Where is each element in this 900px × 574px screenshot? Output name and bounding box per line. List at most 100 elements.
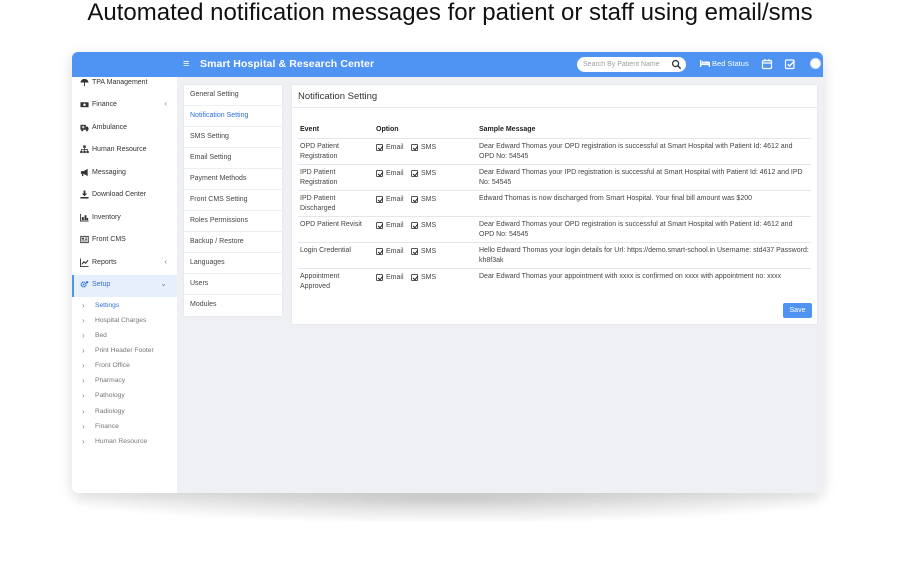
sample-message-cell: Dear Edward Thomas your OPD registration… bbox=[479, 143, 793, 160]
settings-menu-item[interactable]: Languages bbox=[184, 253, 282, 274]
sidebar-item-reports[interactable]: Reports ‹ bbox=[72, 253, 177, 273]
menu-toggle-icon[interactable]: ≡ bbox=[183, 57, 189, 71]
chevron-right-icon: › bbox=[82, 407, 85, 416]
menu-item-label: Languages bbox=[190, 259, 225, 266]
settings-menu-item[interactable]: Email Setting bbox=[184, 148, 282, 169]
sidebar-item-label: Ambulance bbox=[92, 124, 128, 131]
menu-item-label: Notification Setting bbox=[190, 112, 249, 119]
sms-checkbox[interactable] bbox=[411, 248, 418, 255]
settings-menu: General Setting Notification Setting SMS… bbox=[184, 85, 282, 316]
chart-icon bbox=[80, 258, 89, 267]
settings-menu-item[interactable]: Backup / Restore bbox=[184, 232, 282, 253]
chevron-right-icon: › bbox=[82, 437, 85, 446]
sidebar-item-label: Inventory bbox=[92, 214, 121, 221]
submenu-item-radiology[interactable]: › Radiology bbox=[82, 406, 177, 420]
submenu-item-pharmacy[interactable]: › Pharmacy bbox=[82, 375, 177, 389]
chevron-right-icon: › bbox=[82, 422, 85, 431]
submenu-item-pathology[interactable]: › Pathology bbox=[82, 390, 177, 404]
email-label: Email bbox=[386, 248, 404, 255]
column-header-sample-message: Sample Message bbox=[479, 126, 536, 133]
chevron-right-icon: › bbox=[82, 346, 85, 355]
sidebar-item-label: Reports bbox=[92, 259, 117, 266]
menu-item-label: Front CMS Setting bbox=[190, 196, 248, 203]
panel-title: Notification Setting bbox=[298, 91, 378, 102]
submenu-item-human-resource[interactable]: › Human Resource bbox=[82, 436, 177, 450]
email-checkbox[interactable] bbox=[376, 170, 383, 177]
task-checkbox-icon[interactable] bbox=[784, 58, 796, 70]
sidebar-item-setup[interactable]: Setup ⌄ bbox=[72, 275, 177, 297]
sms-checkbox[interactable] bbox=[411, 170, 418, 177]
sidebar-item-human-resource[interactable]: Human Resource bbox=[72, 140, 177, 160]
search-input[interactable] bbox=[583, 59, 665, 70]
settings-menu-item-active[interactable]: Notification Setting bbox=[184, 106, 282, 127]
sms-checkbox[interactable] bbox=[411, 196, 418, 203]
sample-message-cell: Edward Thomas is now discharged from Sma… bbox=[479, 195, 753, 202]
submenu-item-print-header-footer[interactable]: › Print Header Footer bbox=[82, 345, 177, 359]
settings-menu-item[interactable]: General Setting bbox=[184, 85, 282, 106]
settings-menu-item[interactable]: SMS Setting bbox=[184, 127, 282, 148]
sample-message-cell: Dear Edward Thomas your appointment with… bbox=[479, 273, 782, 280]
sitemap-icon bbox=[80, 145, 89, 154]
user-avatar[interactable] bbox=[810, 58, 821, 69]
inventory-icon bbox=[80, 213, 89, 222]
email-label: Email bbox=[386, 196, 404, 203]
chevron-right-icon: › bbox=[82, 361, 85, 370]
email-checkbox[interactable] bbox=[376, 274, 383, 281]
calendar-icon[interactable] bbox=[761, 58, 773, 70]
sidebar-item-finance[interactable]: Finance ‹ bbox=[72, 95, 177, 115]
email-label: Email bbox=[386, 222, 404, 229]
sidebar-item-label: Messaging bbox=[92, 169, 126, 176]
sms-label: SMS bbox=[421, 248, 437, 255]
sms-checkbox[interactable] bbox=[411, 144, 418, 151]
settings-menu-item[interactable]: Users bbox=[184, 274, 282, 295]
settings-menu-item[interactable]: Front CMS Setting bbox=[184, 190, 282, 211]
sms-label: SMS bbox=[421, 274, 437, 281]
email-checkbox[interactable] bbox=[376, 248, 383, 255]
sidebar-item-tpa-management[interactable]: TPA Management bbox=[72, 73, 177, 93]
save-button[interactable]: Save bbox=[783, 303, 812, 318]
search-icon[interactable] bbox=[671, 59, 682, 70]
settings-menu-item[interactable]: Roles Permissions bbox=[184, 211, 282, 232]
settings-menu-item[interactable]: Modules bbox=[184, 295, 282, 316]
menu-item-label: General Setting bbox=[190, 91, 239, 98]
event-cell: IPD Patient Registration bbox=[300, 169, 338, 186]
submenu-item-finance[interactable]: › Finance bbox=[82, 421, 177, 435]
submenu-item-front-office[interactable]: › Front Office bbox=[82, 360, 177, 374]
top-navbar: ≡ Smart Hospital & Research Center Bed S… bbox=[72, 52, 823, 77]
sidebar-item-inventory[interactable]: Inventory bbox=[72, 208, 177, 228]
sms-label: SMS bbox=[421, 196, 437, 203]
settings-menu-item[interactable]: Payment Methods bbox=[184, 169, 282, 190]
sms-label: SMS bbox=[421, 144, 437, 151]
sidebar-item-label: TPA Management bbox=[92, 79, 148, 86]
app-title: Smart Hospital & Research Center bbox=[200, 58, 375, 70]
column-header-option: Option bbox=[376, 126, 399, 133]
event-cell: OPD Patient Registration bbox=[300, 143, 339, 160]
bed-icon bbox=[700, 60, 710, 67]
sidebar-item-label: Human Resource bbox=[92, 146, 147, 153]
sms-checkbox[interactable] bbox=[411, 222, 418, 229]
email-checkbox[interactable] bbox=[376, 144, 383, 151]
sms-checkbox[interactable] bbox=[411, 274, 418, 281]
menu-item-label: Payment Methods bbox=[190, 175, 247, 182]
menu-item-label: Modules bbox=[190, 301, 217, 308]
submenu-item-settings[interactable]: › Settings bbox=[82, 300, 177, 314]
chevron-right-icon: › bbox=[82, 391, 85, 400]
submenu-label: Human Resource bbox=[95, 438, 148, 445]
ambulance-icon bbox=[80, 124, 89, 132]
chevron-left-icon: ‹ bbox=[164, 99, 167, 108]
email-checkbox[interactable] bbox=[376, 222, 383, 229]
bullhorn-icon bbox=[80, 168, 88, 177]
row-divider bbox=[298, 190, 811, 191]
submenu-label: Hospital Charges bbox=[95, 317, 147, 324]
email-checkbox[interactable] bbox=[376, 196, 383, 203]
submenu-label: Bed bbox=[95, 332, 107, 339]
sidebar-item-ambulance[interactable]: Ambulance bbox=[72, 118, 177, 138]
submenu-item-hospital-charges[interactable]: › Hospital Charges bbox=[82, 315, 177, 329]
sidebar-item-front-cms[interactable]: Front CMS bbox=[72, 230, 177, 250]
app-window: ≡ Smart Hospital & Research Center Bed S… bbox=[72, 52, 823, 493]
submenu-item-bed[interactable]: › Bed bbox=[82, 330, 177, 344]
sidebar-item-download-center[interactable]: Download Center bbox=[72, 185, 177, 205]
panel-divider bbox=[292, 107, 817, 108]
bed-status-button[interactable]: Bed Status bbox=[700, 59, 749, 68]
sidebar-item-messaging[interactable]: Messaging bbox=[72, 163, 177, 183]
